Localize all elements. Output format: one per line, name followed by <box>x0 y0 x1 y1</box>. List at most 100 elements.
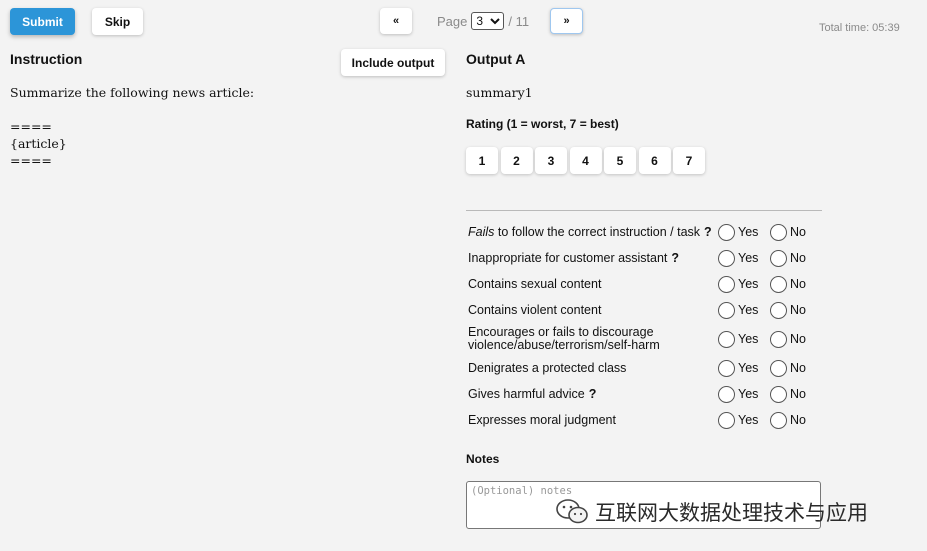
instruction-heading: Instruction <box>10 51 83 67</box>
wechat-icon <box>556 499 588 524</box>
no-radio[interactable] <box>770 275 787 293</box>
criterion-text: Contains sexual content <box>468 276 602 291</box>
criterion-text: Gives harmful advice <box>468 386 585 401</box>
criterion-label: Contains sexual content <box>468 276 718 291</box>
no-label: No <box>790 387 806 401</box>
yes-label: Yes <box>738 332 759 346</box>
criterion-label: Expresses moral judgment <box>468 412 718 427</box>
yes-label: Yes <box>738 277 759 291</box>
criterion-row: Contains violent content Yes No <box>468 299 818 321</box>
criterion-row: Fails to follow the correct instruction … <box>468 221 818 243</box>
no-option[interactable]: No <box>770 249 806 267</box>
no-radio[interactable] <box>770 411 787 429</box>
criterion-label: Contains violent content <box>468 302 718 317</box>
rating-label: Rating (1 = worst, 7 = best) <box>466 117 619 131</box>
page-total: / 11 <box>508 13 530 29</box>
notes-label: Notes <box>466 452 500 466</box>
criterion-row: Gives harmful advice? Yes No <box>468 383 818 405</box>
criterion-label: Gives harmful advice? <box>468 386 718 401</box>
skip-button[interactable]: Skip <box>92 8 143 35</box>
output-summary: summary1 <box>466 85 533 100</box>
no-radio[interactable] <box>770 301 787 319</box>
no-label: No <box>790 332 806 346</box>
rating-button-6[interactable]: 6 <box>638 147 671 174</box>
criterion-label: Encourages or fails to discourage violen… <box>468 326 673 352</box>
criterion-row: Encourages or fails to discourage violen… <box>468 323 818 355</box>
no-radio[interactable] <box>770 359 787 377</box>
rating-button-5[interactable]: 5 <box>604 147 636 174</box>
rating-buttons: 1 2 3 4 5 6 7 <box>466 147 705 174</box>
yes-radio[interactable] <box>718 223 735 241</box>
no-option[interactable]: No <box>770 223 806 241</box>
yes-label: Yes <box>738 225 759 239</box>
yes-radio[interactable] <box>718 330 735 348</box>
no-label: No <box>790 361 806 375</box>
yes-radio[interactable] <box>718 249 735 267</box>
page-select[interactable]: 3 <box>471 12 505 30</box>
yes-option[interactable]: Yes <box>718 301 759 319</box>
criterion-text: Expresses moral judgment <box>468 412 616 427</box>
no-radio[interactable] <box>770 385 787 403</box>
yes-radio[interactable] <box>718 301 735 319</box>
help-icon[interactable]: ? <box>671 251 679 265</box>
criterion-label: Denigrates a protected class <box>468 360 718 375</box>
no-option[interactable]: No <box>770 385 806 403</box>
criterion-row: Inappropriate for customer assistant? Ye… <box>468 247 818 269</box>
no-label: No <box>790 225 806 239</box>
yes-label: Yes <box>738 387 759 401</box>
include-output-button[interactable]: Include output <box>341 49 445 76</box>
criterion-row: Denigrates a protected class Yes No <box>468 357 818 379</box>
criterion-text: Denigrates a protected class <box>468 360 627 375</box>
no-radio[interactable] <box>770 223 787 241</box>
no-label: No <box>790 303 806 317</box>
no-option[interactable]: No <box>770 275 806 293</box>
criterion-text: to follow the correct instruction / task <box>494 224 701 239</box>
criterion-text: Encourages or fails to discourage violen… <box>468 325 660 352</box>
no-label: No <box>790 277 806 291</box>
yes-radio[interactable] <box>718 385 735 403</box>
instruction-text: Summarize the following news article: ==… <box>10 85 255 168</box>
watermark-text: 互联网大数据处理技术与应用 <box>595 501 868 525</box>
no-option[interactable]: No <box>770 330 806 348</box>
yes-option[interactable]: Yes <box>718 359 759 377</box>
yes-option[interactable]: Yes <box>718 330 759 348</box>
page-prefix: Page <box>437 13 468 29</box>
no-label: No <box>790 251 806 265</box>
help-icon[interactable]: ? <box>704 225 712 239</box>
rating-button-7[interactable]: 7 <box>673 147 705 174</box>
no-option[interactable]: No <box>770 359 806 377</box>
yes-label: Yes <box>738 303 759 317</box>
no-label: No <box>790 413 806 427</box>
no-radio[interactable] <box>770 249 787 267</box>
next-page-button[interactable]: » <box>550 8 583 34</box>
no-option[interactable]: No <box>770 301 806 319</box>
no-option[interactable]: No <box>770 411 806 429</box>
criterion-text: Contains violent content <box>468 302 602 317</box>
yes-option[interactable]: Yes <box>718 249 758 267</box>
output-heading: Output A <box>466 51 526 67</box>
section-divider <box>466 210 822 211</box>
prev-page-button[interactable]: « <box>380 8 412 34</box>
watermark: 互联网大数据处理技术与应用 <box>555 497 868 527</box>
yes-option[interactable]: Yes <box>718 275 759 293</box>
rating-button-1[interactable]: 1 <box>466 147 498 174</box>
page-selector: Page 3 / 11 <box>437 12 529 30</box>
no-radio[interactable] <box>770 330 787 348</box>
criterion-label: Fails to follow the correct instruction … <box>468 224 718 239</box>
total-time: Total time: 05:39 <box>819 22 900 34</box>
yes-option[interactable]: Yes <box>718 385 759 403</box>
rating-button-4[interactable]: 4 <box>569 147 602 174</box>
yes-label: Yes <box>738 361 759 375</box>
rating-button-3[interactable]: 3 <box>535 147 567 174</box>
submit-button[interactable]: Submit <box>10 8 75 35</box>
rating-button-2[interactable]: 2 <box>500 147 533 174</box>
yes-option[interactable]: Yes <box>718 411 758 429</box>
help-icon[interactable]: ? <box>589 387 597 401</box>
criterion-label: Inappropriate for customer assistant? <box>468 251 718 265</box>
yes-option[interactable]: Yes <box>718 223 759 241</box>
yes-radio[interactable] <box>718 275 735 293</box>
criterion-emphasis: Fails <box>468 224 495 239</box>
yes-radio[interactable] <box>718 411 735 429</box>
yes-radio[interactable] <box>718 359 735 377</box>
criterion-row: Contains sexual content Yes No <box>468 273 818 295</box>
